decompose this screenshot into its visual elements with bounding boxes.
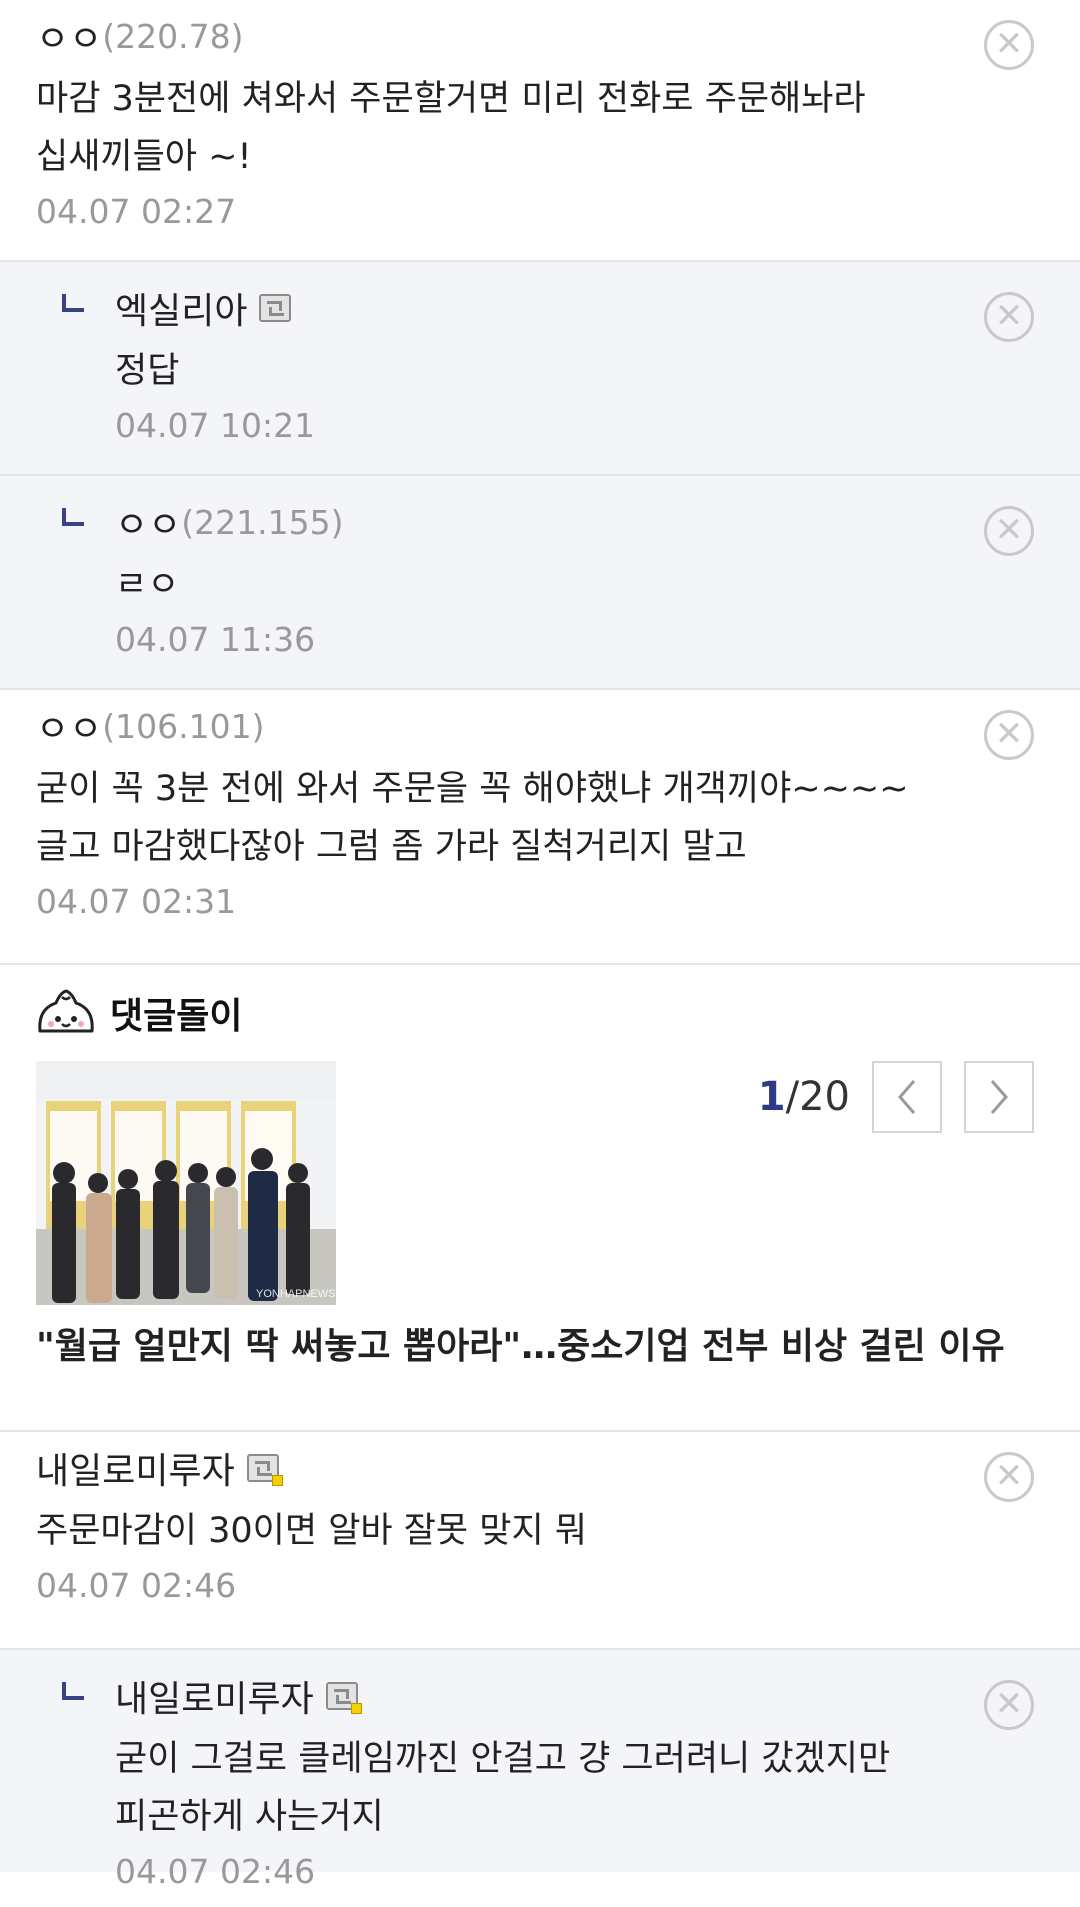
comment-text: 굳이 그걸로 클레임까진 안걸고 걍 그러려니 갔겠지만 피곤하게 사는거지 [115, 1739, 891, 1837]
comment-text: 정답 [115, 351, 180, 391]
comment-ip: (221.155) [181, 502, 344, 542]
comment-date: 04.07 02:31 [36, 882, 237, 921]
close-circle-icon: ✕ [994, 296, 1024, 336]
comment-item: 내일로미루자 주문마감이 30이면 알바 잘못 맞지 뭐 04.07 02:46… [0, 1432, 1080, 1650]
comment-text: 주문마감이 30이면 알바 잘못 맞지 뭐 [36, 1511, 587, 1551]
comment-date: 04.07 11:36 [115, 620, 316, 659]
comment-date: 04.07 02:46 [115, 1852, 316, 1891]
page-indicator: 1/20 [758, 1074, 850, 1120]
comment-text: 마감 3분전에 쳐와서 주문할거면 미리 전화로 주문해놔라 십새끼들아 ~! [36, 79, 866, 177]
news-thumbnail[interactable]: YONHAPNEWS [36, 1061, 336, 1305]
close-circle-icon: ✕ [994, 24, 1024, 64]
page-current: 1 [757, 1074, 786, 1120]
reply-item: 내일로미루자 굳이 그걸로 클레임까진 안걸고 걍 그러려니 갔겠지만 피곤하게… [0, 1650, 1080, 1891]
close-circle-icon: ✕ [994, 510, 1024, 550]
comment-ip: (106.101) [102, 706, 265, 746]
reply-arrow-icon [62, 294, 84, 312]
comment-author[interactable]: ㅇㅇ [115, 496, 181, 548]
comment-bot-header: 댓글돌이 [36, 987, 242, 1039]
comment-author[interactable]: ㅇㅇ [36, 10, 102, 62]
gallery-member-badge-icon [246, 1454, 283, 1486]
news-headline-link[interactable]: "월급 얼만지 딱 써놓고 뽑아라"…중소기업 전부 비상 걸린 이유 [36, 1317, 1005, 1369]
comment-date: 04.07 10:21 [115, 406, 316, 445]
reply-item: 엑실리아 정답 04.07 10:21 ✕ [0, 262, 1080, 476]
delete-comment-button[interactable]: ✕ [984, 20, 1034, 70]
comment-item: ㅇㅇ (106.101) 굳이 꼭 3분 전에 와서 주문을 꼭 해야했냐 개객… [0, 690, 1080, 965]
close-circle-icon: ✕ [994, 714, 1024, 754]
delete-comment-button[interactable]: ✕ [984, 1680, 1034, 1730]
comment-author[interactable]: 내일로미루자 [36, 1442, 235, 1494]
delete-comment-button[interactable]: ✕ [984, 292, 1034, 342]
chevron-left-icon [898, 1080, 916, 1114]
comment-text: 굳이 꼭 3분 전에 와서 주문을 꼭 해야했냐 개객끼야~~~~ 글고 마감했… [36, 769, 909, 867]
news-pager: 1/20 [758, 1061, 1034, 1133]
comment-date: 04.07 02:27 [36, 192, 237, 231]
reply-arrow-icon [62, 508, 84, 526]
prev-page-button[interactable] [872, 1061, 942, 1133]
chevron-right-icon [990, 1080, 1008, 1114]
reply-item: ㅇㅇ (221.155) ㄹㅇ 04.07 11:36 ✕ [0, 476, 1080, 690]
delete-comment-button[interactable]: ✕ [984, 710, 1034, 760]
comment-date: 04.07 02:46 [36, 1566, 237, 1605]
dumpling-mascot-icon [38, 989, 94, 1033]
comment-author[interactable]: 엑실리아 [115, 282, 247, 334]
page-total: /20 [785, 1074, 850, 1120]
gallery-member-badge-icon [259, 294, 292, 322]
delete-comment-button[interactable]: ✕ [984, 506, 1034, 556]
comment-item: ㅇㅇ (220.78) 마감 3분전에 쳐와서 주문할거면 미리 전화로 주문해… [0, 0, 1080, 262]
comment-bot-section: 댓글돌이 YONHAPNEWS 1/20 "월급 얼만지 딱 써놓고 뽑아라"…… [0, 965, 1080, 1432]
close-circle-icon: ✕ [994, 1456, 1024, 1496]
delete-comment-button[interactable]: ✕ [984, 1452, 1034, 1502]
gallery-member-badge-icon [325, 1682, 362, 1714]
comment-author[interactable]: 내일로미루자 [115, 1670, 314, 1722]
close-circle-icon: ✕ [994, 1684, 1024, 1724]
comment-bot-title: 댓글돌이 [110, 996, 243, 1037]
next-page-button[interactable] [964, 1061, 1034, 1133]
comment-ip: (220.78) [102, 16, 244, 56]
comment-author[interactable]: ㅇㅇ [36, 700, 102, 752]
comment-text: ㄹㅇ [115, 565, 180, 605]
news-watermark: YONHAPNEWS [256, 1288, 335, 1300]
reply-arrow-icon [62, 1682, 84, 1700]
